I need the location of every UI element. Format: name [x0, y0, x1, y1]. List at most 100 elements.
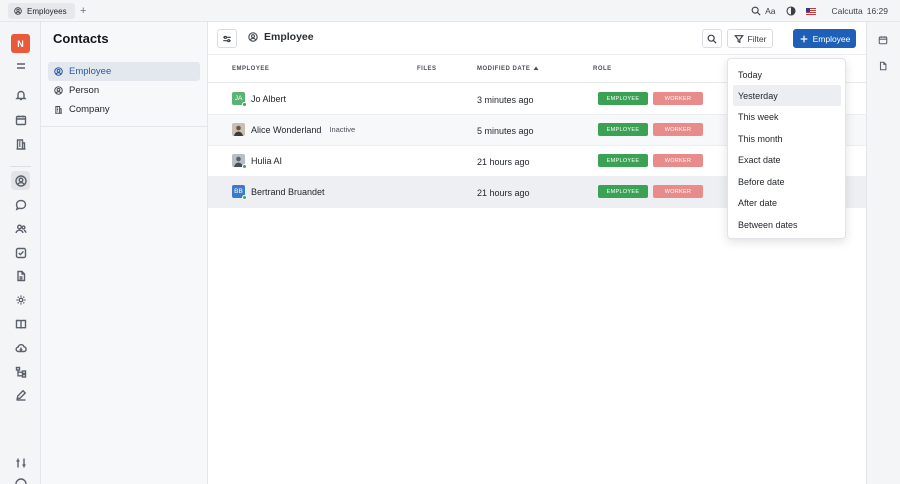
column-header-employee[interactable]: EMPLOYEE: [232, 66, 269, 72]
rail-separator: [10, 166, 31, 167]
modified-date: 5 minutes ago: [477, 126, 534, 136]
sun-icon[interactable]: [11, 290, 30, 309]
online-status-dot: [242, 195, 247, 200]
nav-item-label: Person: [69, 85, 100, 96]
view-options-button[interactable]: [217, 29, 237, 48]
clock-time: 16:29: [866, 6, 888, 16]
modified-date: 21 hours ago: [477, 157, 530, 167]
nav-item-employee[interactable]: Employee: [48, 62, 200, 81]
location-label[interactable]: Calcutta: [832, 6, 863, 16]
role-badge-employee: EMPLOYEE: [598, 92, 648, 105]
font-size-button[interactable]: Aa: [765, 6, 775, 16]
inactive-status-label: Inactive: [329, 125, 356, 134]
bell-icon[interactable]: [11, 85, 30, 104]
plus-icon: [800, 35, 807, 42]
person-circle-icon: [248, 32, 258, 42]
checkbox-icon[interactable]: [11, 243, 30, 262]
building-icon: [55, 105, 62, 114]
menu-item-this-week[interactable]: This week: [733, 106, 841, 127]
settings-sliders-icon[interactable]: [11, 453, 30, 472]
calendar-icon[interactable]: [11, 110, 30, 129]
nav-item-person[interactable]: Person: [48, 81, 200, 100]
sliders-icon: [223, 35, 231, 42]
role-badge-employee: EMPLOYEE: [598, 123, 648, 136]
avatar: [232, 154, 247, 169]
help-icon[interactable]: [11, 474, 30, 484]
nav-item-label: Company: [69, 104, 110, 115]
menu-item-today[interactable]: Today: [733, 64, 841, 85]
search-button[interactable]: [702, 29, 722, 48]
menu-item-after-date[interactable]: After date: [733, 192, 841, 213]
menu-icon[interactable]: [11, 56, 30, 75]
filter-label: Filter: [747, 33, 767, 44]
document-icon[interactable]: [878, 60, 890, 72]
book-icon[interactable]: [11, 314, 30, 333]
search-icon[interactable]: [751, 6, 761, 16]
role-badge-worker: WORKER: [653, 123, 703, 136]
menu-item-exact-date[interactable]: Exact date: [733, 149, 841, 170]
person-circle-icon: [14, 7, 22, 15]
employee-name[interactable]: Hulia AI: [251, 156, 282, 166]
navigator-title: Contacts: [53, 31, 109, 46]
menu-item-yesterday[interactable]: Yesterday: [733, 85, 841, 106]
people-icon[interactable]: [11, 219, 30, 238]
new-employee-label: Employee: [812, 33, 851, 44]
person-circle-icon: [54, 67, 63, 76]
search-icon: [707, 34, 717, 44]
tab-label: Employees: [27, 6, 67, 16]
avatar: [232, 123, 245, 136]
employee-cell: BB Bertrand Bruandet: [232, 185, 325, 200]
role-badge-employee: EMPLOYEE: [598, 185, 648, 198]
date-filter-menu: Today Yesterday This week This month Exa…: [727, 58, 846, 239]
role-badge-worker: WORKER: [653, 92, 703, 105]
chat-icon[interactable]: [11, 195, 30, 214]
menu-item-this-month[interactable]: This month: [733, 128, 841, 149]
role-badge-worker: WORKER: [653, 185, 703, 198]
online-status-dot: [242, 164, 247, 169]
new-tab-plus-icon[interactable]: +: [80, 4, 86, 18]
employee-name[interactable]: Alice Wonderland: [251, 125, 321, 135]
aside-rail: [866, 22, 900, 484]
menu-item-before-date[interactable]: Before date: [733, 171, 841, 192]
modified-date: 21 hours ago: [477, 188, 530, 198]
employee-cell: Hulia AI: [232, 154, 282, 169]
column-header-modified-date[interactable]: MODIFIED DATE: [477, 66, 539, 72]
nav-item-company[interactable]: Company: [48, 100, 200, 119]
app-rail: N: [0, 22, 41, 484]
filter-button[interactable]: Filter: [727, 29, 773, 48]
column-header-modified-date-label: MODIFIED DATE: [477, 66, 531, 72]
cloud-icon[interactable]: [11, 338, 30, 357]
edit-icon[interactable]: [11, 385, 30, 404]
avatar: JA: [232, 92, 247, 107]
column-header-files[interactable]: FILES: [417, 66, 437, 72]
building-icon[interactable]: [11, 134, 30, 153]
nav-item-label: Employee: [69, 66, 112, 77]
view-title: Employee: [248, 31, 314, 43]
us-flag-icon[interactable]: [805, 7, 816, 15]
modified-date: 3 minutes ago: [477, 95, 534, 105]
person-circle-icon: [54, 86, 63, 95]
employee-name[interactable]: Bertrand Bruandet: [251, 187, 325, 197]
contrast-icon[interactable]: [785, 6, 796, 16]
employee-cell: Alice Wonderland Inactive: [232, 123, 355, 136]
menu-item-between-dates[interactable]: Between dates: [733, 214, 841, 235]
person-photo-icon: [234, 125, 243, 136]
contacts-icon[interactable]: [11, 171, 30, 190]
sort-arrow-up-icon: [533, 66, 539, 70]
new-employee-button[interactable]: Employee: [793, 29, 856, 48]
online-status-dot: [242, 102, 247, 107]
avatar-initials: JA: [234, 95, 243, 102]
column-header-role[interactable]: ROLE: [593, 66, 612, 72]
nav-divider: [41, 126, 207, 127]
workspace-logo[interactable]: N: [11, 34, 30, 53]
view-header: Employee Filter Employee: [208, 22, 866, 55]
document-icon[interactable]: [11, 266, 30, 285]
view-title-text: Employee: [264, 31, 314, 43]
hierarchy-icon[interactable]: [11, 362, 30, 381]
employee-name[interactable]: Jo Albert: [251, 94, 286, 104]
employee-cell: JA Jo Albert: [232, 92, 286, 107]
tab-employees[interactable]: Employees: [8, 3, 75, 19]
contacts-navigator: Contacts Employee Person Company: [41, 22, 208, 484]
top-bar-right: Aa Calcutta 16:29: [751, 3, 888, 19]
calendar-icon[interactable]: [878, 34, 890, 46]
